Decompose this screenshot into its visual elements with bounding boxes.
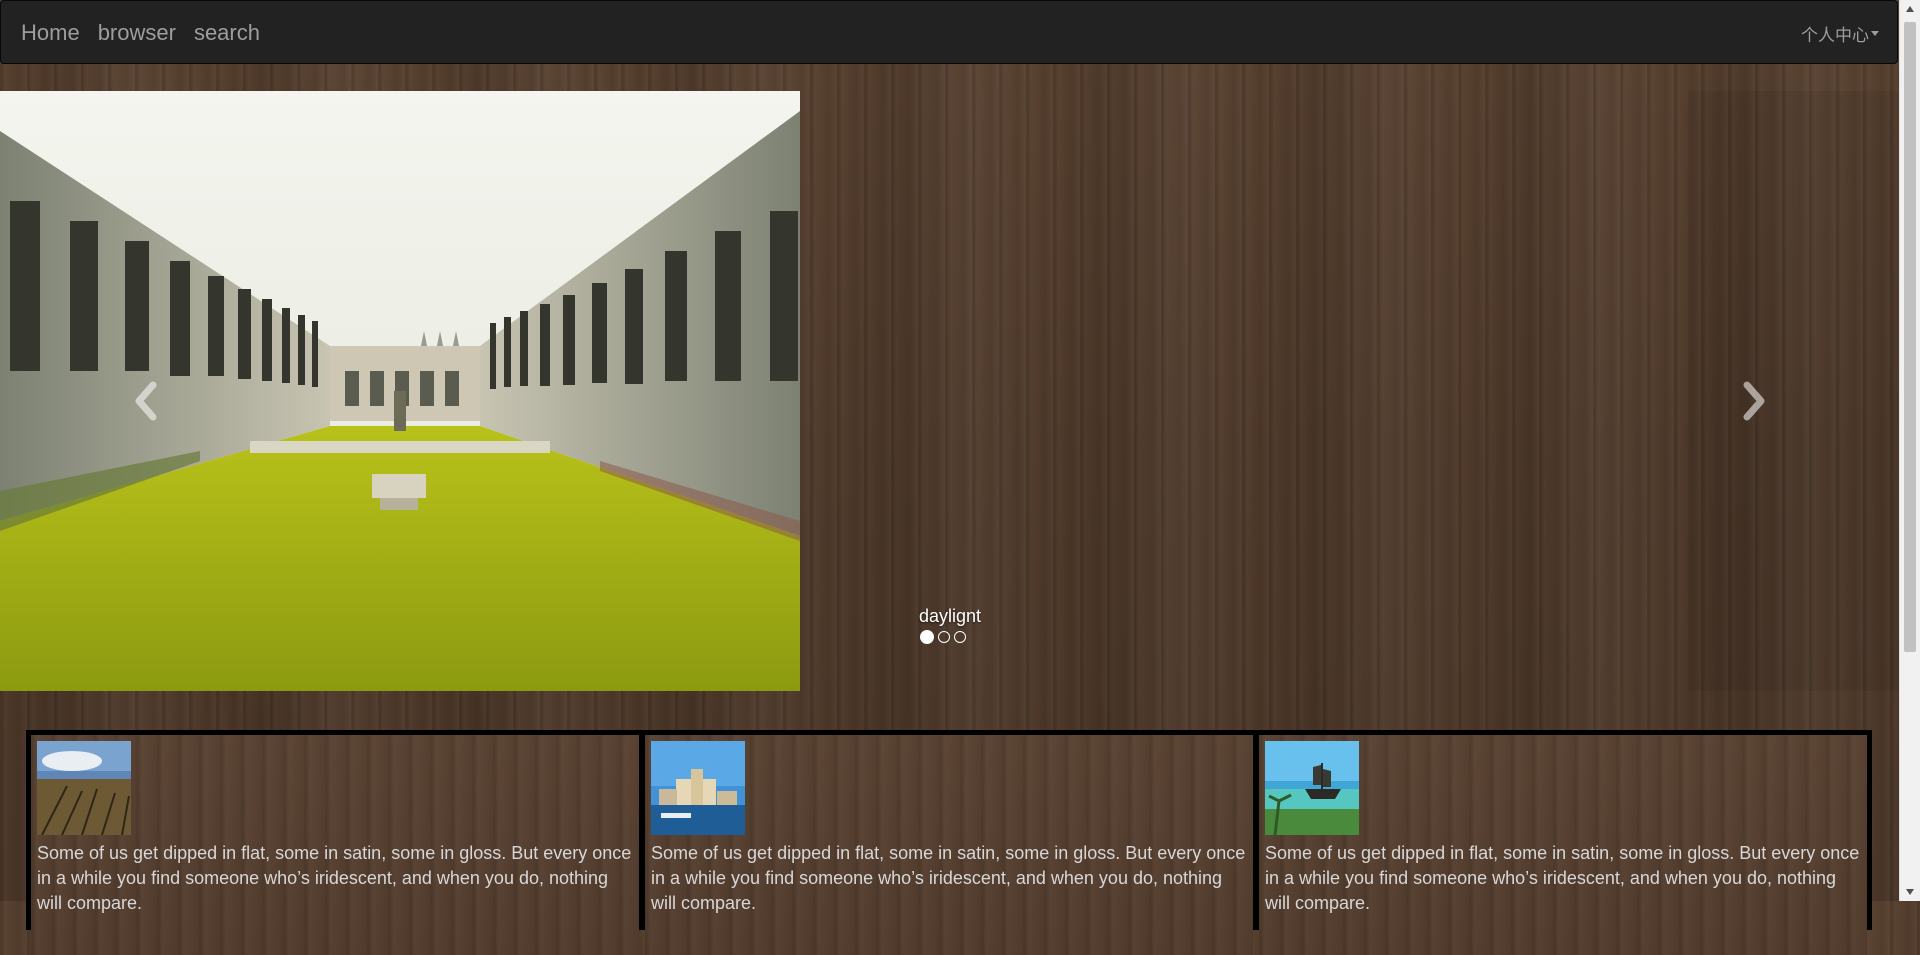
carousel-next-button[interactable] [1724, 371, 1784, 431]
nav-search-link[interactable]: search [194, 20, 260, 46]
scroll-up-arrow-icon[interactable] [1900, 0, 1920, 18]
scroll-down-arrow-icon[interactable] [1900, 883, 1920, 901]
field-photo-image [37, 741, 131, 835]
nav-home-link[interactable]: Home [21, 20, 80, 46]
carousel-indicator-3[interactable] [954, 631, 966, 643]
caret-down-icon [1871, 30, 1879, 36]
nav-browser-link[interactable]: browser [98, 20, 176, 46]
feature-cards: Some of us get dipped in flat, some in s… [26, 730, 1872, 955]
user-center-dropdown[interactable]: 个人中心 [1801, 1, 1879, 65]
carousel-prev-button[interactable] [116, 371, 176, 431]
card-text: Some of us get dipped in flat, some in s… [37, 843, 632, 913]
page-scrollbar[interactable] [1899, 0, 1920, 901]
nav-links: Home browser search [21, 1, 278, 65]
card-text: Some of us get dipped in flat, some in s… [651, 843, 1246, 913]
carousel-caption: daylignt [918, 606, 982, 626]
card-thumbnail [37, 741, 131, 835]
card-thumbnail [651, 741, 745, 835]
card-2: Some of us get dipped in flat, some in s… [645, 735, 1253, 955]
chevron-left-icon [135, 381, 157, 421]
carousel-shade [1688, 91, 1898, 691]
carousel: daylignt [0, 91, 1898, 691]
pirate-ship-photo-image [1265, 741, 1359, 835]
scrollbar-thumb[interactable] [1904, 22, 1916, 652]
carousel-indicators [920, 630, 966, 644]
card-1: Some of us get dipped in flat, some in s… [31, 735, 639, 955]
carousel-indicator-2[interactable] [938, 631, 950, 643]
carousel-indicator-1[interactable] [920, 630, 934, 644]
navbar: Home browser search 个人中心 [0, 0, 1898, 64]
user-center-label: 个人中心 [1801, 25, 1869, 45]
card-thumbnail [1265, 741, 1359, 835]
card-3: Some of us get dipped in flat, some in s… [1259, 735, 1867, 955]
card-text: Some of us get dipped in flat, some in s… [1265, 843, 1860, 913]
harbor-city-photo-image [651, 741, 745, 835]
chevron-right-icon [1743, 381, 1765, 421]
